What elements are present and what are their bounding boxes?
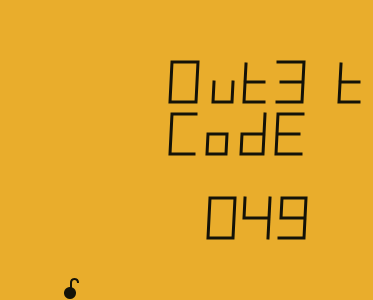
line-1-char-u bbox=[211, 80, 235, 104]
line-2-char-d bbox=[239, 112, 267, 156]
line-3-char-0 bbox=[206, 196, 237, 240]
line-1-char-O bbox=[168, 60, 200, 104]
line-1-text: Out3 t bbox=[0, 0, 1, 1]
line-2-text: CodE bbox=[0, 0, 1, 1]
lcd-screen: Out3 t CodE 049 bbox=[0, 0, 373, 300]
line-2-char-o bbox=[205, 132, 229, 156]
line-1-char-t bbox=[242, 62, 266, 104]
line-2-char-C bbox=[168, 112, 198, 156]
line-3-char-4 bbox=[242, 196, 272, 240]
line-3-text: 049 bbox=[0, 0, 1, 1]
line-1-char-t2 bbox=[337, 62, 361, 104]
line-1-char-3 bbox=[275, 60, 306, 104]
line-3-char-9 bbox=[277, 196, 308, 240]
unlocked-padlock-icon bbox=[64, 278, 79, 299]
line-2-char-E bbox=[274, 112, 305, 156]
